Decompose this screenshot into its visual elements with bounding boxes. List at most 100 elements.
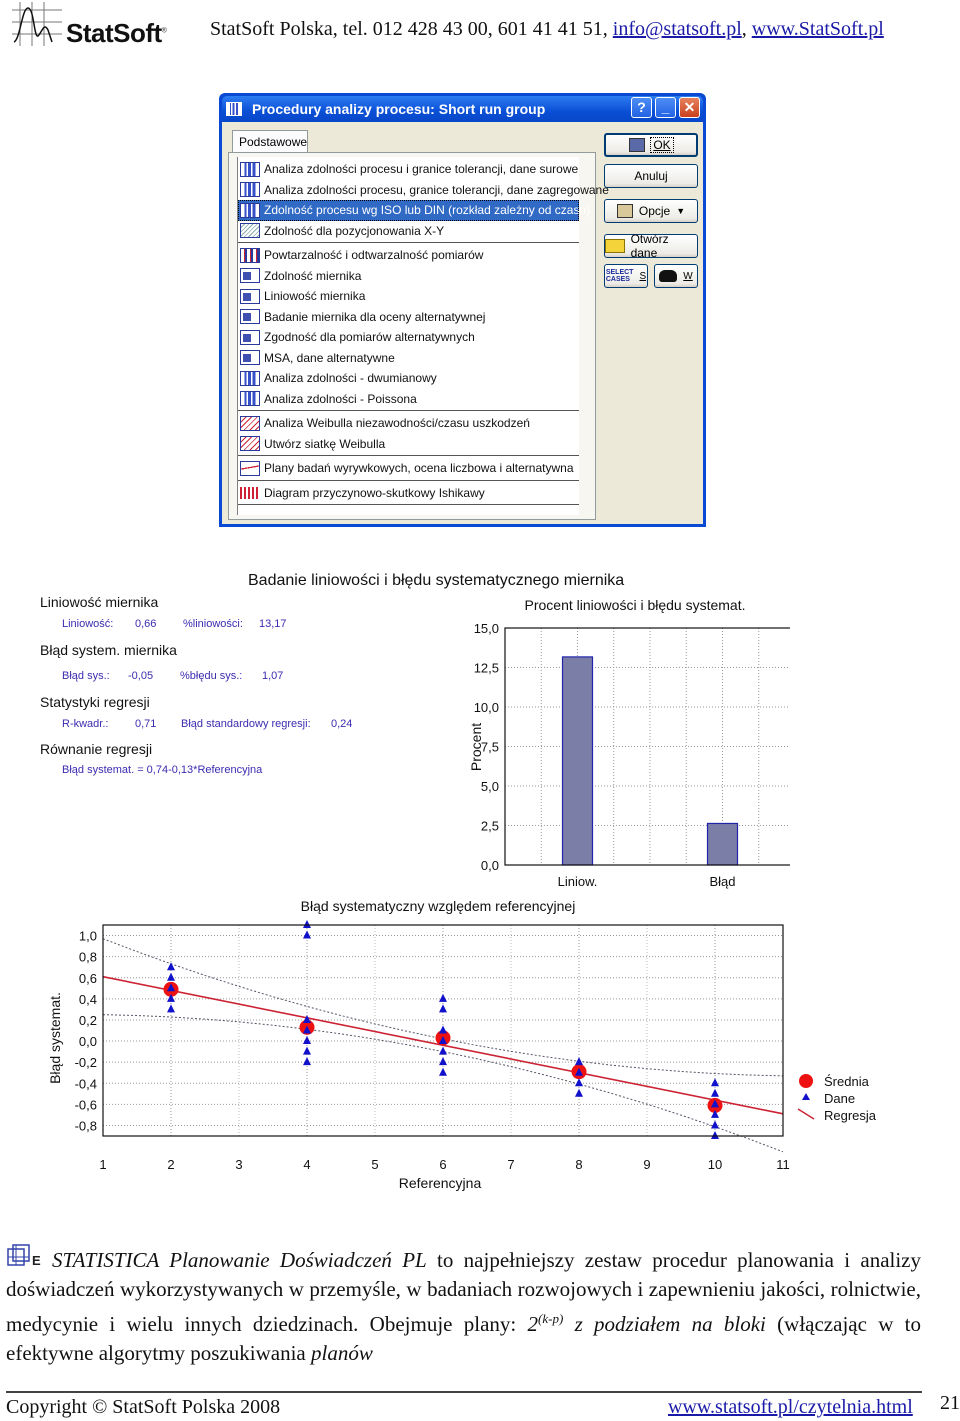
- procedure-list-item[interactable]: Analiza zdolności - Poissona: [238, 389, 579, 410]
- scatter-ytick-label: 0,6: [79, 971, 97, 986]
- footer-divider: [6, 1391, 922, 1393]
- procedure-list-item[interactable]: Zdolność procesu wg ISO lub DIN (rozkład…: [238, 200, 590, 221]
- procedure-list-item[interactable]: Badanie miernika dla oceny alternatywnej: [238, 307, 579, 328]
- scatter-chart-xlabel: Referencyjna: [399, 1175, 482, 1191]
- bar-chart-title: Procent liniowości i błędu systemat.: [525, 597, 746, 613]
- body-paragraph: E STATISTICA Planowanie Doświadczeń PL t…: [6, 1243, 921, 1368]
- procedure-list-item[interactable]: Diagram przyczynowo-skutkowy Ishikawy: [238, 483, 579, 504]
- equation-heading: Równanie regresji: [40, 741, 153, 757]
- dropdown-arrow-icon: ▼: [676, 206, 686, 216]
- options-label: Opcje: [638, 204, 671, 218]
- procedure-label: Analiza Weibulla niezawodności/czasu usz…: [264, 416, 530, 431]
- linearity-label: Liniowość:: [62, 618, 114, 630]
- bias-value: -0,05: [128, 670, 154, 682]
- procedure-group: Diagram przyczynowo-skutkowy Ishikawy: [238, 481, 579, 505]
- procedure-list-item[interactable]: Zdolność miernika: [238, 266, 579, 287]
- scatter-ytick-label: -0,6: [75, 1097, 97, 1112]
- procedure-list-item[interactable]: MSA, dane alternatywne: [238, 348, 579, 369]
- scatter-ytick-label: -0,4: [75, 1076, 97, 1091]
- logo-graph-icon: [12, 2, 62, 46]
- print-weights-button[interactable]: W: [654, 264, 698, 288]
- email-link[interactable]: info@statsoft.pl: [613, 18, 742, 40]
- procedure-list-item[interactable]: Plany badań wyrywkowych, ocena liczbowa …: [238, 458, 579, 479]
- ok-grid-icon: [629, 138, 646, 152]
- open-data-button[interactable]: Otwórz dane: [604, 232, 698, 260]
- scatter-xtick-label: 10: [708, 1157, 722, 1172]
- procedure-list-item[interactable]: Zgodność dla pomiarów alternatywnych: [238, 327, 579, 348]
- bar-0: [561, 656, 594, 866]
- data-point-marker: [303, 1057, 311, 1066]
- r2-value: 0,71: [135, 718, 157, 730]
- footer-link[interactable]: www.statsoft.pl/czytelnia.html: [668, 1396, 913, 1419]
- scatter-xtick-label: 2: [167, 1157, 174, 1172]
- procedure-list-item[interactable]: Analiza zdolności procesu, granice toler…: [238, 180, 609, 201]
- procedure-list-item[interactable]: Analiza Weibulla niezawodności/czasu usz…: [238, 413, 579, 434]
- tab-podstawowe[interactable]: Podstawowe: [232, 130, 308, 153]
- regression-equation: Błąd systemat. = 0,74-0,13*Referencyjna: [62, 764, 263, 776]
- data-point-marker: [711, 1131, 719, 1139]
- procedure-group: Powtarzalność i odtwarzalność pomiarów Zd…: [238, 243, 579, 411]
- procedure-list-item[interactable]: Analiza zdolności procesu i granice tole…: [238, 159, 579, 180]
- scatter-ytick-label: 0,0: [79, 1034, 97, 1049]
- options-button[interactable]: Opcje ▼: [604, 199, 698, 223]
- procedure-list-item[interactable]: Analiza zdolności - dwumianowy: [238, 368, 579, 389]
- procedure-label: Liniowość miernika: [264, 289, 366, 304]
- capability-icon: [240, 202, 260, 218]
- scatter-xtick-label: 3: [235, 1157, 242, 1172]
- website-link[interactable]: www.StatSoft.pl: [752, 18, 884, 40]
- ok-button[interactable]: OK: [604, 133, 698, 157]
- bar-ytick-label: 2,5: [481, 819, 499, 834]
- data-point-marker: [575, 1088, 583, 1097]
- procedure-list-item[interactable]: Zdolność dla pozycjonowania X-Y: [238, 221, 579, 242]
- cancel-button[interactable]: Anuluj: [604, 164, 698, 188]
- minimize-button[interactable]: _: [655, 97, 676, 118]
- scatter-xtick-label: 5: [371, 1157, 378, 1172]
- select-cases-button[interactable]: SELECT CASES S: [604, 264, 648, 288]
- procedure-list-item[interactable]: Utwórz siatkę Weibulla: [238, 434, 579, 455]
- procedure-group: Analiza zdolności procesu i granice tole…: [238, 157, 609, 243]
- select-cases-key: S: [639, 270, 647, 282]
- pct-bias-label: %błędu sys.:: [180, 670, 243, 682]
- hammer-icon: [616, 204, 633, 218]
- se-value: 0,24: [331, 718, 353, 730]
- help-button[interactable]: ?: [631, 97, 652, 118]
- procedure-list-item[interactable]: Liniowość miernika: [238, 286, 579, 307]
- procedure-label: Analiza zdolności procesu i granice tole…: [264, 162, 579, 177]
- scatter-xtick-label: 4: [303, 1157, 310, 1172]
- data-point-marker: [711, 1078, 719, 1087]
- cancel-label: Anuluj: [634, 169, 668, 183]
- procedure-label: Zdolność dla pozycjonowania X-Y: [264, 223, 445, 238]
- procedure-list[interactable]: Analiza zdolności procesu i granice tole…: [237, 157, 609, 515]
- procedure-label: Analiza zdolności - Poissona: [264, 391, 417, 406]
- scatter-legend: Średnia Dane Regresja: [797, 1074, 877, 1123]
- procedure-list-item[interactable]: Powtarzalność i odtwarzalność pomiarów: [238, 245, 579, 266]
- open-data-label: Otwórz dane: [630, 232, 669, 260]
- procedure-group: Plany badań wyrywkowych, ocena liczbowa …: [238, 456, 579, 481]
- gage-icon: [240, 268, 260, 284]
- separator: ,: [741, 18, 752, 40]
- data-point-marker: [167, 972, 175, 981]
- data-point-marker: [167, 962, 175, 971]
- body-text-italic: z podziałem na bloki: [563, 1312, 766, 1336]
- scatter-xtick-label: 7: [507, 1157, 514, 1172]
- body-text-italic-end: planów: [311, 1341, 373, 1365]
- tab-panel: Analiza zdolności procesu i granice tole…: [228, 152, 609, 520]
- dialog-side-buttons: OK Anuluj Opcje ▼ Otwórz dane SELECT CASE…: [600, 122, 700, 524]
- procedure-group: Analiza Weibulla niezawodności/czasu usz…: [238, 411, 579, 456]
- linearity-value: 0,66: [135, 618, 157, 630]
- scatter-chart: Błąd systematyczny względem referencyjne…: [47, 898, 877, 1191]
- bar-xtick-label: Błąd: [709, 874, 735, 889]
- weibull-icon: [240, 436, 260, 452]
- scatter-ytick-label: -0,8: [75, 1118, 97, 1133]
- scatter-xtick-label: 11: [776, 1157, 790, 1172]
- procedure-label: Analiza zdolności - dwumianowy: [264, 371, 437, 386]
- bias-label: Błąd sys.:: [62, 670, 110, 682]
- bar-xtick-label: Liniow.: [558, 874, 598, 889]
- scatter-xtick-label: 6: [439, 1157, 446, 1172]
- procedure-label: Zgodność dla pomiarów alternatywnych: [264, 330, 475, 345]
- svg-text:E: E: [32, 1253, 41, 1268]
- bar-ytick-label: 10,0: [474, 700, 499, 715]
- legend-data-label: Dane: [824, 1091, 855, 1106]
- close-button[interactable]: ✕: [679, 97, 700, 118]
- data-point-marker: [439, 1057, 447, 1066]
